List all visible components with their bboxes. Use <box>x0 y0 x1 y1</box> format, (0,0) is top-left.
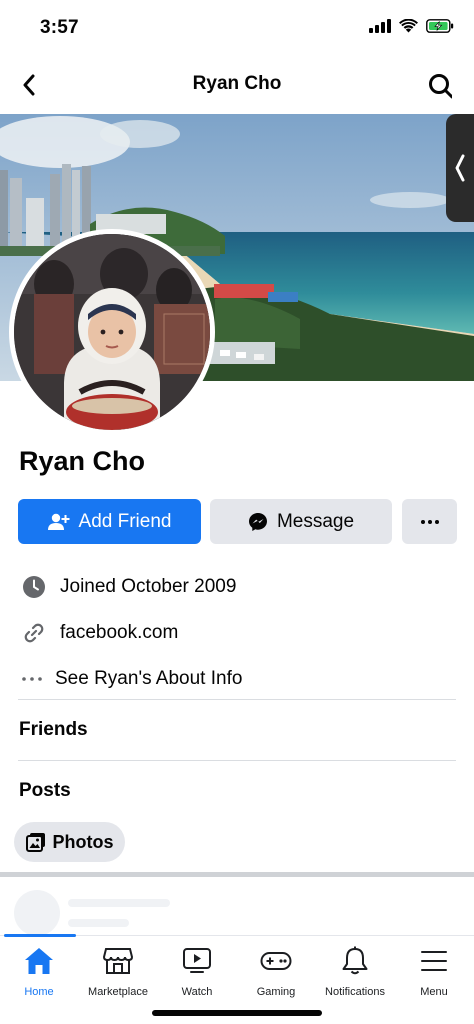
bell-icon <box>338 944 372 978</box>
website-link[interactable]: facebook.com <box>60 622 178 644</box>
tab-label: Notifications <box>325 986 385 998</box>
cellular-signal-icon <box>369 19 391 33</box>
tab-label: Home <box>24 986 54 998</box>
search-icon <box>429 74 452 99</box>
message-button[interactable]: Message <box>210 499 392 544</box>
profile-name: Ryan Cho <box>19 446 146 476</box>
more-dots-icon <box>20 665 44 693</box>
side-drawer-handle[interactable] <box>446 114 474 222</box>
marketplace-icon <box>101 944 135 978</box>
loading-line-placeholder <box>68 899 170 907</box>
profile-actions: Add Friend Message <box>18 499 458 544</box>
menu-icon <box>417 944 451 978</box>
clock-icon <box>20 573 48 601</box>
watch-icon <box>180 944 214 978</box>
add-friend-icon <box>47 513 70 530</box>
profile-picture[interactable] <box>9 229 215 435</box>
photos-filter-chip[interactable]: Photos <box>14 822 125 862</box>
tab-home[interactable]: Home <box>0 944 82 998</box>
loading-avatar-placeholder <box>14 890 60 936</box>
joined-text: Joined October 2009 <box>60 576 237 597</box>
feed-separator <box>0 872 474 877</box>
tab-marketplace[interactable]: Marketplace <box>75 944 161 998</box>
posts-section-title: Posts <box>19 780 71 801</box>
wifi-icon <box>399 19 418 33</box>
home-icon <box>22 944 56 978</box>
chevron-left-icon <box>455 154 465 182</box>
more-options-button[interactable] <box>402 499 457 544</box>
divider <box>18 699 456 700</box>
tab-notifications[interactable]: Notifications <box>312 944 398 998</box>
message-label: Message <box>276 510 355 532</box>
joined-row: Joined October 2009 <box>20 573 236 601</box>
link-icon <box>20 619 48 647</box>
more-horizontal-icon <box>420 519 439 524</box>
tab-label: Menu <box>420 986 448 998</box>
add-friend-button[interactable]: Add Friend <box>18 499 201 544</box>
gaming-icon <box>259 944 293 978</box>
friends-section-title[interactable]: Friends <box>19 719 88 741</box>
home-indicator[interactable] <box>152 1010 322 1016</box>
active-tab-indicator <box>4 934 76 937</box>
messenger-icon <box>248 512 267 531</box>
battery-charging-icon <box>426 19 454 33</box>
search-button[interactable] <box>426 71 452 99</box>
tab-label: Gaming <box>256 986 296 998</box>
about-row[interactable]: See Ryan's About Info <box>20 665 242 693</box>
divider <box>18 760 456 761</box>
tab-label: Marketplace <box>88 986 148 998</box>
tab-menu[interactable]: Menu <box>391 944 474 998</box>
nav-bar: Ryan Cho <box>0 58 474 222</box>
tab-label: Watch <box>181 986 213 998</box>
photos-icon <box>25 833 45 852</box>
nav-title: Ryan Cho <box>192 73 282 94</box>
status-icons <box>369 19 454 33</box>
photos-label: Photos <box>52 831 114 852</box>
add-friend-label: Add Friend <box>78 510 172 532</box>
website-row[interactable]: facebook.com <box>20 619 178 647</box>
about-info-link[interactable]: See Ryan's About Info <box>55 668 242 690</box>
tab-gaming[interactable]: Gaming <box>233 944 319 998</box>
status-bar: 3:57 <box>0 0 474 58</box>
child-photo-image <box>14 234 210 430</box>
tab-watch[interactable]: Watch <box>154 944 240 998</box>
loading-line-placeholder <box>68 919 129 927</box>
status-time: 3:57 <box>40 17 79 38</box>
